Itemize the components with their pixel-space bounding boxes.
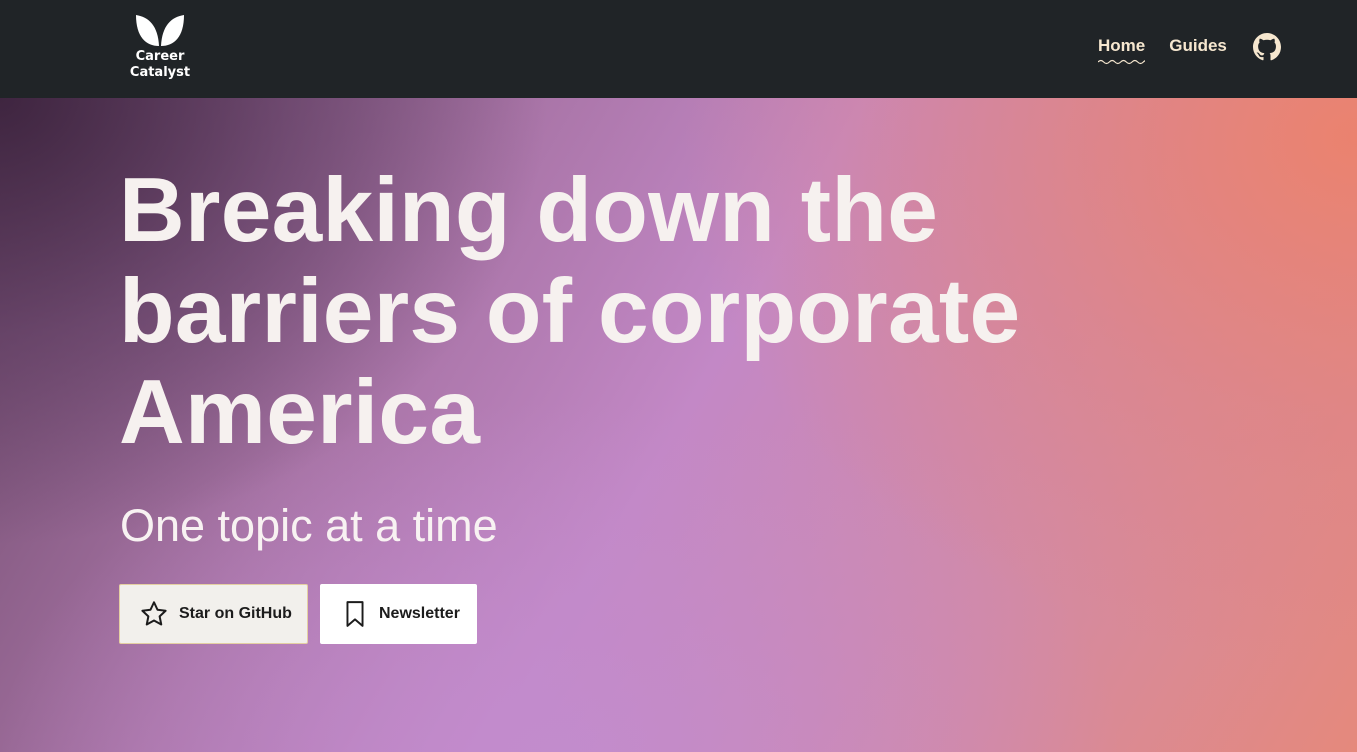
active-underline <box>1098 59 1146 65</box>
star-on-github-label: Star on GitHub <box>179 605 292 622</box>
nav-guides-label: Guides <box>1169 36 1227 55</box>
logo-link[interactable]: Career Catalyst <box>122 12 198 81</box>
logo-text: Career Catalyst <box>129 49 191 80</box>
star-on-github-button[interactable]: Star on GitHub <box>119 584 308 644</box>
newsletter-button[interactable]: Newsletter <box>320 584 477 644</box>
star-icon <box>141 601 167 626</box>
github-link[interactable] <box>1252 33 1281 61</box>
hero-tagline: One topic at a time <box>120 500 498 551</box>
nav-home-label: Home <box>1098 36 1146 55</box>
github-icon <box>1252 33 1281 61</box>
main-nav: Home Guides <box>1098 33 1281 65</box>
nav-guides-link[interactable]: Guides <box>1169 34 1227 58</box>
hero-headline: Breaking down the barriers of corporate … <box>119 160 1021 463</box>
nav-home-link[interactable]: Home <box>1098 34 1146 65</box>
leaf-logo-icon <box>136 15 184 46</box>
hero-section: Breaking down the barriers of corporate … <box>0 98 1357 752</box>
bookmark-icon <box>346 601 364 627</box>
newsletter-label: Newsletter <box>379 605 460 622</box>
site-header: Career Catalyst Home Guides <box>0 0 1357 98</box>
